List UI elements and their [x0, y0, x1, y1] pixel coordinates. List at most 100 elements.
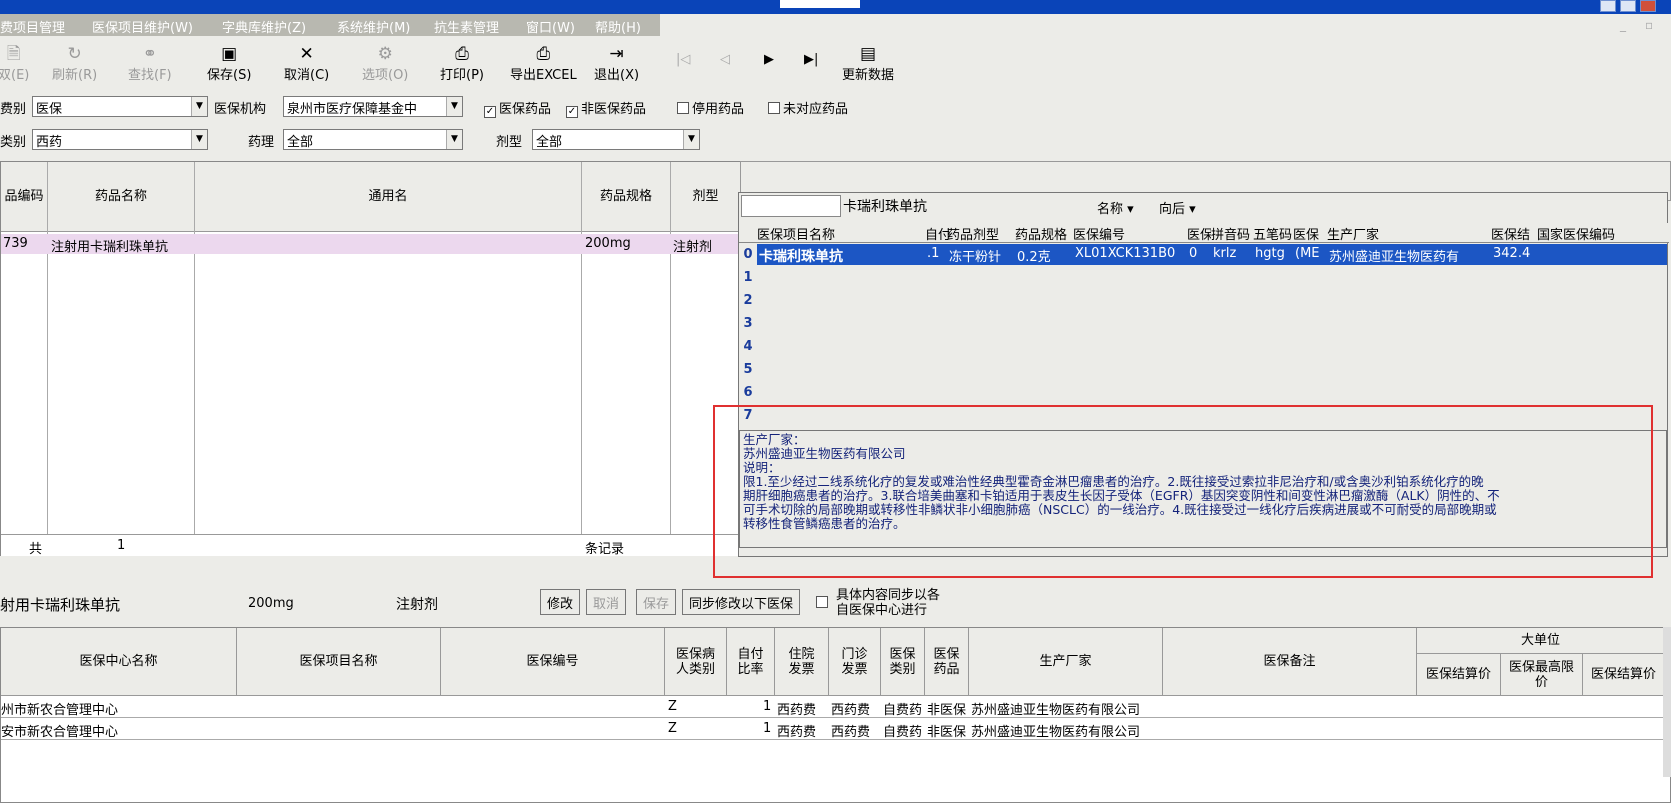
close-window-button[interactable]: [1640, 0, 1656, 12]
mdi-minimize-icon[interactable]: _: [1620, 18, 1626, 32]
lookup-col-0[interactable]: 医保项目名称: [757, 224, 927, 243]
org-label: 医保机构: [214, 102, 267, 117]
print-button[interactable]: ⎙ 打印(P): [440, 44, 484, 83]
title-redaction: [780, 0, 860, 8]
col2-settle-price[interactable]: 医保结算价: [1417, 654, 1501, 696]
menu-item-insurance[interactable]: 医保项目维护(W): [92, 17, 193, 36]
table-row[interactable]: 739 注射用卡瑞利珠单抗 200mg 注射剂: [1, 234, 741, 255]
lookup-header: 医保项目名称 自付 药品剂型 药品规格 医保编号 医保 拼音码 五笔码 医保 生…: [739, 223, 1669, 243]
lookup-col-4[interactable]: 医保编号: [1073, 224, 1187, 243]
menu-item-system[interactable]: 系统维护(M): [337, 17, 410, 36]
col2-drug[interactable]: 医保药品: [925, 628, 969, 696]
fee-combo[interactable]: 医保 ▼: [32, 96, 208, 117]
col2-code[interactable]: 医保编号: [441, 628, 665, 696]
minimize-button[interactable]: [1600, 0, 1616, 12]
find-button[interactable]: ⚭ 查找(F): [128, 44, 172, 83]
chevron-down-icon[interactable]: ▼: [446, 130, 462, 149]
col-generic[interactable]: 通用名: [195, 162, 582, 232]
pharmacology-label: 药理: [248, 135, 275, 150]
lookup-col-11[interactable]: 国家医保编码: [1537, 224, 1667, 243]
options-button[interactable]: ⚙ 选项(O): [362, 44, 408, 83]
detail-drug-spec: 200mg: [248, 596, 294, 611]
prev-record-button[interactable]: ◁: [720, 52, 730, 67]
category-combo[interactable]: 西药 ▼: [32, 129, 208, 150]
menu-item-antibiotic[interactable]: 抗生素管理: [434, 17, 499, 36]
col-spec[interactable]: 药品规格: [582, 162, 671, 232]
save-button[interactable]: ▣ 保存(S): [207, 44, 251, 83]
col2-ratio[interactable]: 自付比率: [727, 628, 775, 696]
chevron-down-icon[interactable]: ▼: [191, 97, 207, 116]
chevron-down-icon[interactable]: ▼: [683, 130, 699, 149]
col-name[interactable]: 药品名称: [48, 162, 195, 232]
close-icon: ✕: [299, 44, 314, 64]
pharmacology-combo[interactable]: 全部 ▼: [283, 129, 463, 150]
lookup-col-6[interactable]: 拼音码: [1211, 224, 1253, 243]
table-row[interactable]: 安市新农合管理中心 Z 1 西药费 西药费 自费药 非医保 苏州盛迪亚生物医药有…: [1, 719, 1671, 740]
sync-insurance-button[interactable]: 同步修改以下医保: [682, 589, 801, 615]
export-excel-button[interactable]: ⎙ 导出EXCEL: [510, 44, 577, 83]
org-combo[interactable]: 泉州市医疗保障基金中 ▼: [283, 96, 463, 117]
vertical-scrollbar[interactable]: [1663, 627, 1671, 777]
lookup-col-5[interactable]: 医保: [1187, 224, 1211, 243]
maximize-button[interactable]: [1620, 0, 1636, 12]
form-combo[interactable]: 全部 ▼: [532, 129, 700, 150]
menu-item-fee[interactable]: 费项目管理: [0, 17, 65, 36]
next-record-button[interactable]: ▶: [764, 52, 774, 67]
save-edit-button[interactable]: 保存: [636, 589, 677, 615]
chevron-down-icon[interactable]: ▼: [446, 97, 462, 116]
fee-label: 费别: [0, 102, 27, 117]
chevron-down-icon[interactable]: ▼: [191, 130, 207, 149]
col2-center[interactable]: 医保中心名称: [1, 628, 237, 696]
edit-button[interactable]: 修改: [540, 589, 581, 615]
col2-settle-price-2[interactable]: 医保结算价: [1583, 654, 1665, 696]
first-record-button[interactable]: |◁: [676, 52, 690, 67]
col2-inv-in[interactable]: 住院发票: [775, 628, 829, 696]
mdi-restore-icon[interactable]: ▫: [1645, 18, 1653, 32]
exit-button[interactable]: ⇥ 退出(X): [594, 44, 639, 83]
export-icon: ⎙: [536, 44, 551, 64]
col-form[interactable]: 剂型: [671, 162, 741, 232]
col2-maker[interactable]: 生产厂家: [969, 628, 1163, 696]
col2-max-price[interactable]: 医保最高限价: [1501, 654, 1583, 696]
menu-item-help[interactable]: 帮助(H): [595, 17, 641, 36]
insurance-center-grid: 医保中心名称 医保项目名称 医保编号 医保病人类别 自付比率 住院发票 门诊发票…: [0, 627, 1671, 803]
lookup-direction-dropdown[interactable]: 向后 ▾: [1159, 198, 1196, 217]
lookup-col-7[interactable]: 五笔码: [1253, 224, 1293, 243]
toolbar-button-0[interactable]: 🗎 双(E): [0, 44, 29, 83]
lookup-col-10[interactable]: 医保结: [1491, 224, 1537, 243]
lookup-selected-row[interactable]: 卡瑞利珠单抗 .1 冻干粉针 0.2克 XL01XCK131B0 0 krlz …: [757, 244, 1667, 265]
col2-ptype[interactable]: 医保病人类别: [665, 628, 727, 696]
lookup-search-input[interactable]: [741, 195, 841, 217]
update-data-button[interactable]: ▤ 更新数据: [842, 44, 894, 83]
non-insured-drug-checkbox[interactable]: ✓ 非医保药品: [566, 98, 646, 118]
col-code[interactable]: 品编码: [1, 162, 48, 232]
col2-inv-out[interactable]: 门诊发票: [829, 628, 881, 696]
cancel-edit-button[interactable]: 取消: [586, 589, 627, 615]
col2-remark[interactable]: 医保备注: [1163, 628, 1417, 696]
lookup-mode-dropdown[interactable]: 名称 ▾: [1097, 198, 1134, 217]
menu-item-window[interactable]: 窗口(W): [526, 17, 575, 36]
options-icon: ⚙: [377, 44, 393, 64]
last-record-button[interactable]: ▶|: [804, 52, 818, 67]
unmatched-drug-checkbox[interactable]: 未对应药品: [768, 98, 848, 117]
check-icon: ✓: [566, 106, 578, 118]
col2-group-large-unit: 大单位: [1417, 628, 1665, 654]
lookup-col-3[interactable]: 药品规格: [1015, 224, 1073, 243]
menu-item-dictionary[interactable]: 字典库维护(Z): [222, 17, 306, 36]
detail-drug-name: 射用卡瑞利珠单抗: [0, 596, 121, 614]
lookup-col-2[interactable]: 药品剂型: [947, 224, 1015, 243]
lookup-col-8[interactable]: 医保: [1293, 224, 1327, 243]
sync-checkbox[interactable]: [816, 596, 831, 611]
col2-item[interactable]: 医保项目名称: [237, 628, 441, 696]
insured-drug-checkbox[interactable]: ✓ 医保药品: [484, 98, 551, 118]
exit-icon: ⇥: [609, 44, 624, 64]
highlight-annotation-box: [713, 405, 1653, 578]
lookup-col-1[interactable]: 自付: [925, 224, 949, 243]
disabled-drug-checkbox[interactable]: 停用药品: [677, 98, 744, 117]
col2-cls[interactable]: 医保类别: [881, 628, 925, 696]
lookup-col-9[interactable]: 生产厂家: [1327, 224, 1491, 243]
table-row[interactable]: 州市新农合管理中心 Z 1 西药费 西药费 自费药 非医保 苏州盛迪亚生物医药有…: [1, 697, 1671, 718]
cancel-button[interactable]: ✕ 取消(C): [284, 44, 329, 83]
refresh-button[interactable]: ↻ 刷新(R): [52, 44, 97, 83]
doc-icon: 🗎: [6, 44, 21, 64]
